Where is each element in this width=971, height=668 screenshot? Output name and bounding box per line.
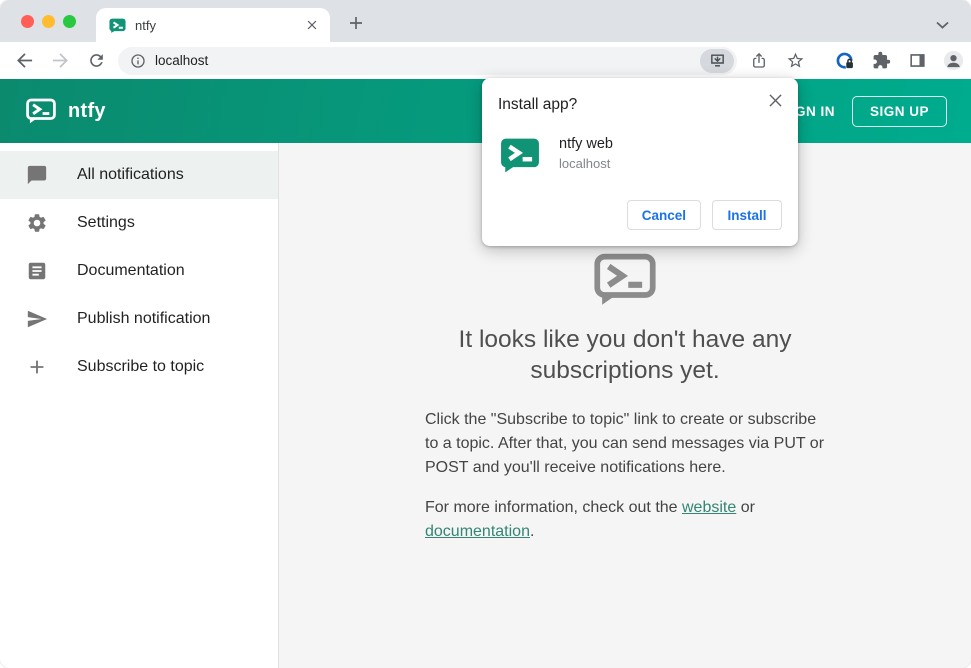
sidebar-item-publish-notification[interactable]: Publish notification [0,295,278,343]
extension-area [831,47,971,75]
more-info-prefix: For more information, check out the [425,499,682,516]
empty-state-heading: It looks like you don't have any subscri… [458,326,792,384]
browser-window: ntfy localhost ntfy SIGN IN SIGN UP All … [0,0,971,668]
close-icon[interactable] [766,91,784,109]
profile-avatar-icon[interactable] [939,47,967,75]
ntfy-logo-icon [26,98,56,124]
zoom-window-button[interactable] [63,15,76,28]
tab-search-chevron-icon[interactable] [936,16,949,34]
install-app-name: ntfy web [559,136,613,152]
install-button[interactable]: Install [712,200,782,230]
password-extension-lock-icon[interactable] [831,47,859,75]
reload-button[interactable] [82,47,110,75]
sidebar-item-settings[interactable]: Settings [0,199,278,247]
cancel-button[interactable]: Cancel [626,200,701,230]
sidebar-item-all-notifications[interactable]: All notifications [0,151,278,199]
empty-state-more-info: For more information, check out the webs… [425,496,825,544]
new-tab-button[interactable] [342,9,370,37]
browser-toolbar: localhost [0,42,971,79]
address-bar[interactable]: localhost [118,46,737,75]
app-title: ntfy [68,99,106,122]
more-info-suffix: . [529,523,535,540]
tab-close-icon[interactable] [303,17,320,34]
forward-button[interactable] [46,47,74,75]
ntfy-app-icon [501,138,539,173]
browser-tab-ntfy[interactable]: ntfy [96,8,330,42]
minimize-window-button[interactable] [42,15,55,28]
website-link[interactable]: website [682,499,736,516]
install-dialog-actions: Cancel Install [626,200,782,230]
article-icon [25,259,49,283]
chat-bubble-icon [25,163,49,187]
back-button[interactable] [10,47,38,75]
install-app-dialog: Install app? ntfy web localhost Cancel I… [482,78,798,246]
install-app-button[interactable] [700,48,734,73]
sidebar-nav: All notifications Settings Documentation… [0,143,279,668]
documentation-link[interactable]: documentation [425,523,530,540]
site-info-icon[interactable] [130,53,146,69]
empty-state-paragraph: Click the "Subscribe to topic" link to c… [425,411,825,476]
plus-icon [25,355,49,379]
sign-up-button[interactable]: SIGN UP [851,95,947,127]
install-app-row: ntfy web localhost [498,135,782,175]
url-text: localhost [155,53,209,68]
sidebar-item-documentation[interactable]: Documentation [0,247,278,295]
tab-bar: ntfy [0,0,971,42]
traffic-lights [21,15,76,28]
send-icon [25,307,49,331]
close-window-button[interactable] [21,15,34,28]
gear-icon [25,211,49,235]
side-panel-icon[interactable] [903,47,931,75]
ntfy-favicon-icon [109,18,126,33]
tab-title: ntfy [135,17,156,33]
bookmark-star-icon[interactable] [781,47,809,75]
extensions-puzzle-icon[interactable] [867,47,895,75]
install-dialog-title: Install app? [498,96,578,113]
share-button[interactable] [745,47,773,75]
ntfy-terminal-bubble-icon [594,253,656,305]
install-app-origin: localhost [559,156,611,171]
more-info-middle: or [736,499,755,516]
sidebar-item-subscribe-to-topic[interactable]: Subscribe to topic [0,343,278,391]
